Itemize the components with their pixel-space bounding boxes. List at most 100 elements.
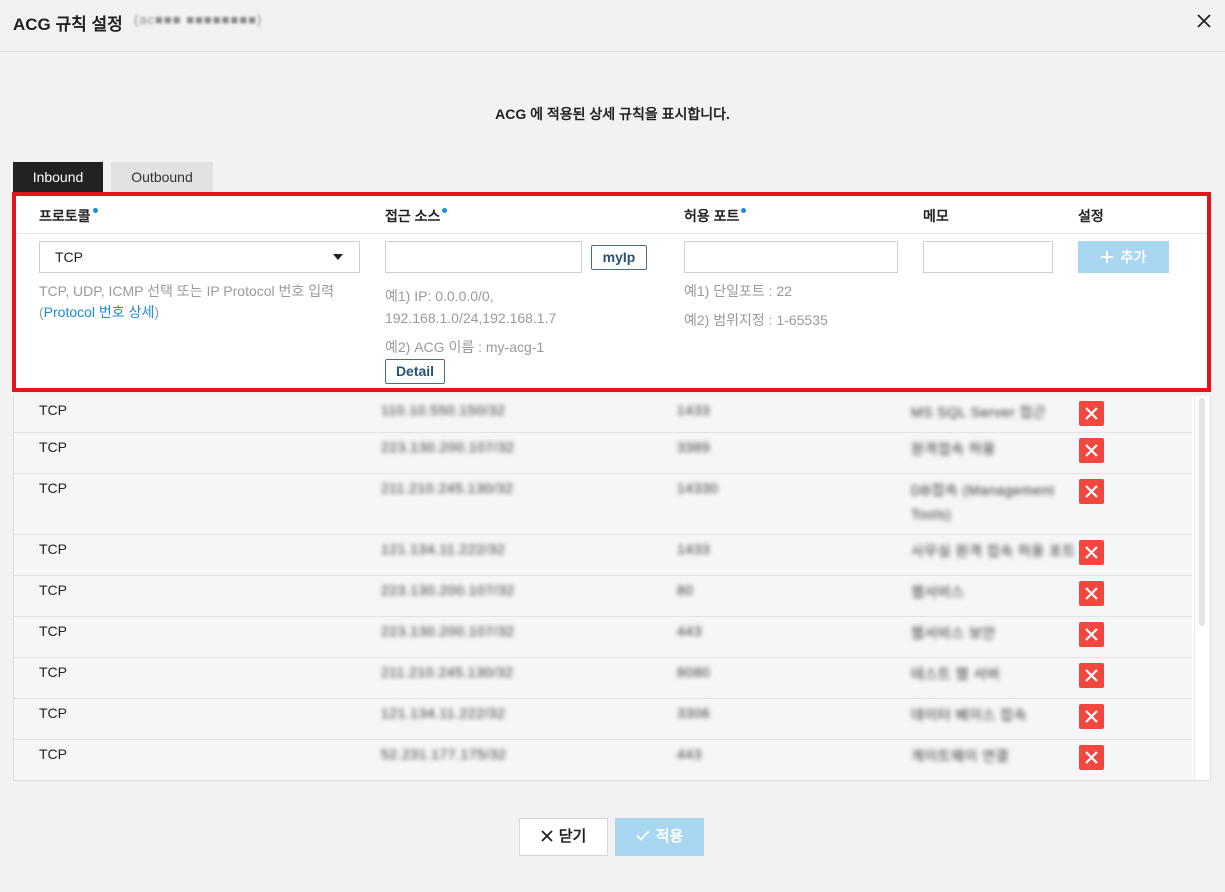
caret-down-icon bbox=[333, 254, 343, 260]
dialog-description: ACG 에 적용된 상세 규칙을 표시합니다. bbox=[495, 106, 730, 122]
rule-source: 211.210.245.130/32 bbox=[381, 664, 514, 680]
close-icon[interactable] bbox=[1192, 9, 1216, 33]
delete-rule-button[interactable] bbox=[1079, 540, 1104, 565]
detail-button[interactable]: Detail bbox=[385, 359, 445, 384]
rule-port: 443 bbox=[677, 623, 702, 639]
delete-rule-button[interactable] bbox=[1079, 745, 1104, 770]
close-icon bbox=[1085, 751, 1098, 764]
source-hint-1: 예1) IP: 0.0.0.0/0, bbox=[385, 288, 494, 304]
rule-protocol: TCP bbox=[39, 623, 67, 639]
rule-protocol: TCP bbox=[39, 746, 67, 762]
table-scrollbar[interactable] bbox=[1194, 396, 1208, 780]
source-hint-2: 192.168.1.0/24,192.168.1.7 bbox=[385, 310, 557, 326]
myip-button[interactable]: myIp bbox=[591, 245, 647, 270]
apply-button[interactable]: 적용 bbox=[615, 818, 704, 856]
rule-memo: 원격접속 허용 bbox=[911, 441, 996, 457]
rule-memo: MS SQL Server 접근 bbox=[911, 404, 1047, 420]
rule-port: 14330 bbox=[677, 480, 719, 496]
header-divider bbox=[16, 233, 1207, 234]
rule-memo: 사무실 원격 접속 허용 포트 bbox=[911, 543, 1076, 559]
delete-rule-button[interactable] bbox=[1079, 401, 1104, 426]
dialog-subtitle: (ac■■■ ■■■■■■■■) bbox=[134, 12, 263, 27]
port-hint-2: 예2) 범위지정 : 1-65535 bbox=[684, 312, 828, 328]
rule-port: 8080 bbox=[677, 664, 711, 680]
close-icon bbox=[1085, 407, 1098, 420]
memo-input[interactable] bbox=[923, 241, 1053, 273]
rule-memo: 게이트웨이 연결 bbox=[911, 748, 1010, 764]
rule-protocol: TCP bbox=[39, 664, 67, 680]
rule-protocol: TCP bbox=[39, 541, 67, 557]
close-icon bbox=[1085, 546, 1098, 559]
rule-protocol: TCP bbox=[39, 582, 67, 598]
add-button[interactable]: 추가 bbox=[1078, 241, 1169, 273]
rule-protocol: TCP bbox=[39, 480, 67, 496]
close-icon bbox=[1085, 628, 1098, 641]
rule-source: 110.10.550.150/32 bbox=[381, 402, 506, 418]
required-dot-icon bbox=[92, 208, 98, 213]
port-hint-1: 예1) 단일포트 : 22 bbox=[684, 283, 792, 299]
protocol-number-link[interactable]: Protocol 번호 상세 bbox=[44, 304, 155, 320]
table-row: TCP 223.130.200.107/32 80 웹서비스 bbox=[14, 576, 1192, 617]
delete-rule-button[interactable] bbox=[1079, 438, 1104, 463]
rule-source: 223.130.200.107/32 bbox=[381, 582, 515, 598]
table-row: TCP 52.231.177.175/32 443 게이트웨이 연결 bbox=[14, 740, 1192, 780]
protocol-hint: TCP, UDP, ICMP 선택 또는 IP Protocol 번호 입력 (… bbox=[39, 283, 334, 320]
close-icon bbox=[1085, 669, 1098, 682]
table-row: TCP 121.134.11.222/32 3306 데이터 베이스 접속 bbox=[14, 699, 1192, 740]
close-icon bbox=[541, 830, 553, 842]
close-icon bbox=[1085, 587, 1098, 600]
table-row: TCP 223.130.200.107/32 3389 원격접속 허용 bbox=[14, 433, 1192, 474]
rule-port: 443 bbox=[677, 746, 702, 762]
rule-protocol: TCP bbox=[39, 439, 67, 455]
header-protocol: 프로토콜 bbox=[39, 206, 98, 226]
rule-protocol: TCP bbox=[39, 402, 67, 418]
rule-input-form: 프로토콜 접근 소스 허용 포트 메모 설정 TCP TCP, UDP, ICM… bbox=[12, 192, 1211, 392]
table-row: TCP 110.10.550.150/32 1433 MS SQL Server… bbox=[14, 396, 1192, 433]
rule-port: 3306 bbox=[677, 705, 711, 721]
table-row: TCP 211.210.245.130/32 8080 테스트 웹 서버 bbox=[14, 658, 1192, 699]
source-input[interactable] bbox=[385, 241, 582, 273]
close-icon bbox=[1085, 485, 1098, 498]
rule-source: 52.231.177.175/32 bbox=[381, 746, 507, 762]
plus-icon bbox=[1100, 251, 1113, 263]
rule-source: 223.130.200.107/32 bbox=[381, 439, 515, 455]
scrollbar-thumb[interactable] bbox=[1199, 398, 1205, 626]
header-port: 허용 포트 bbox=[684, 206, 747, 226]
required-dot-icon bbox=[442, 208, 448, 213]
rule-memo: 웹서비스 보안 bbox=[911, 625, 996, 641]
delete-rule-button[interactable] bbox=[1079, 663, 1104, 688]
table-row: TCP 211.210.245.130/32 14330 DB접속 (Manag… bbox=[14, 474, 1192, 535]
table-row: TCP 223.130.200.107/32 443 웹서비스 보안 bbox=[14, 617, 1192, 658]
check-icon bbox=[636, 830, 650, 841]
rule-memo: 데이터 베이스 접속 bbox=[911, 707, 1027, 723]
header-memo: 메모 bbox=[923, 208, 949, 224]
rules-table: TCP 110.10.550.150/32 1433 MS SQL Server… bbox=[13, 396, 1211, 781]
rule-memo: DB접속 (Management Tools) bbox=[911, 482, 1055, 522]
rule-protocol: TCP bbox=[39, 705, 67, 721]
protocol-select[interactable]: TCP bbox=[39, 241, 360, 273]
delete-rule-button[interactable] bbox=[1079, 622, 1104, 647]
close-button[interactable]: 닫기 bbox=[519, 818, 608, 856]
required-dot-icon bbox=[741, 208, 747, 213]
dialog-header: ACG 규칙 설정 (ac■■■ ■■■■■■■■) bbox=[0, 0, 1225, 52]
table-row: TCP 121.134.11.222/32 1433 사무실 원격 접속 허용 … bbox=[14, 535, 1192, 576]
delete-rule-button[interactable] bbox=[1079, 479, 1104, 504]
tab-outbound[interactable]: Outbound bbox=[111, 162, 213, 192]
rule-source: 121.134.11.222/32 bbox=[381, 705, 506, 721]
rule-source: 223.130.200.107/32 bbox=[381, 623, 515, 639]
header-setting: 설정 bbox=[1078, 208, 1104, 224]
close-icon bbox=[1085, 710, 1098, 723]
header-source: 접근 소스 bbox=[385, 206, 448, 226]
delete-rule-button[interactable] bbox=[1079, 704, 1104, 729]
rule-memo: 웹서비스 bbox=[911, 584, 965, 600]
rule-memo: 테스트 웹 서버 bbox=[911, 666, 1001, 682]
rule-port: 80 bbox=[677, 582, 694, 598]
rule-source: 121.134.11.222/32 bbox=[381, 541, 506, 557]
delete-rule-button[interactable] bbox=[1079, 581, 1104, 606]
rule-port: 1433 bbox=[677, 541, 711, 557]
rule-source: 211.210.245.130/32 bbox=[381, 480, 514, 496]
tab-inbound[interactable]: Inbound bbox=[13, 162, 103, 192]
port-input[interactable] bbox=[684, 241, 898, 273]
source-hint-3: 예2) ACG 이름 : my-acg-1 bbox=[385, 339, 545, 355]
dialog-title: ACG 규칙 설정 bbox=[13, 15, 123, 34]
